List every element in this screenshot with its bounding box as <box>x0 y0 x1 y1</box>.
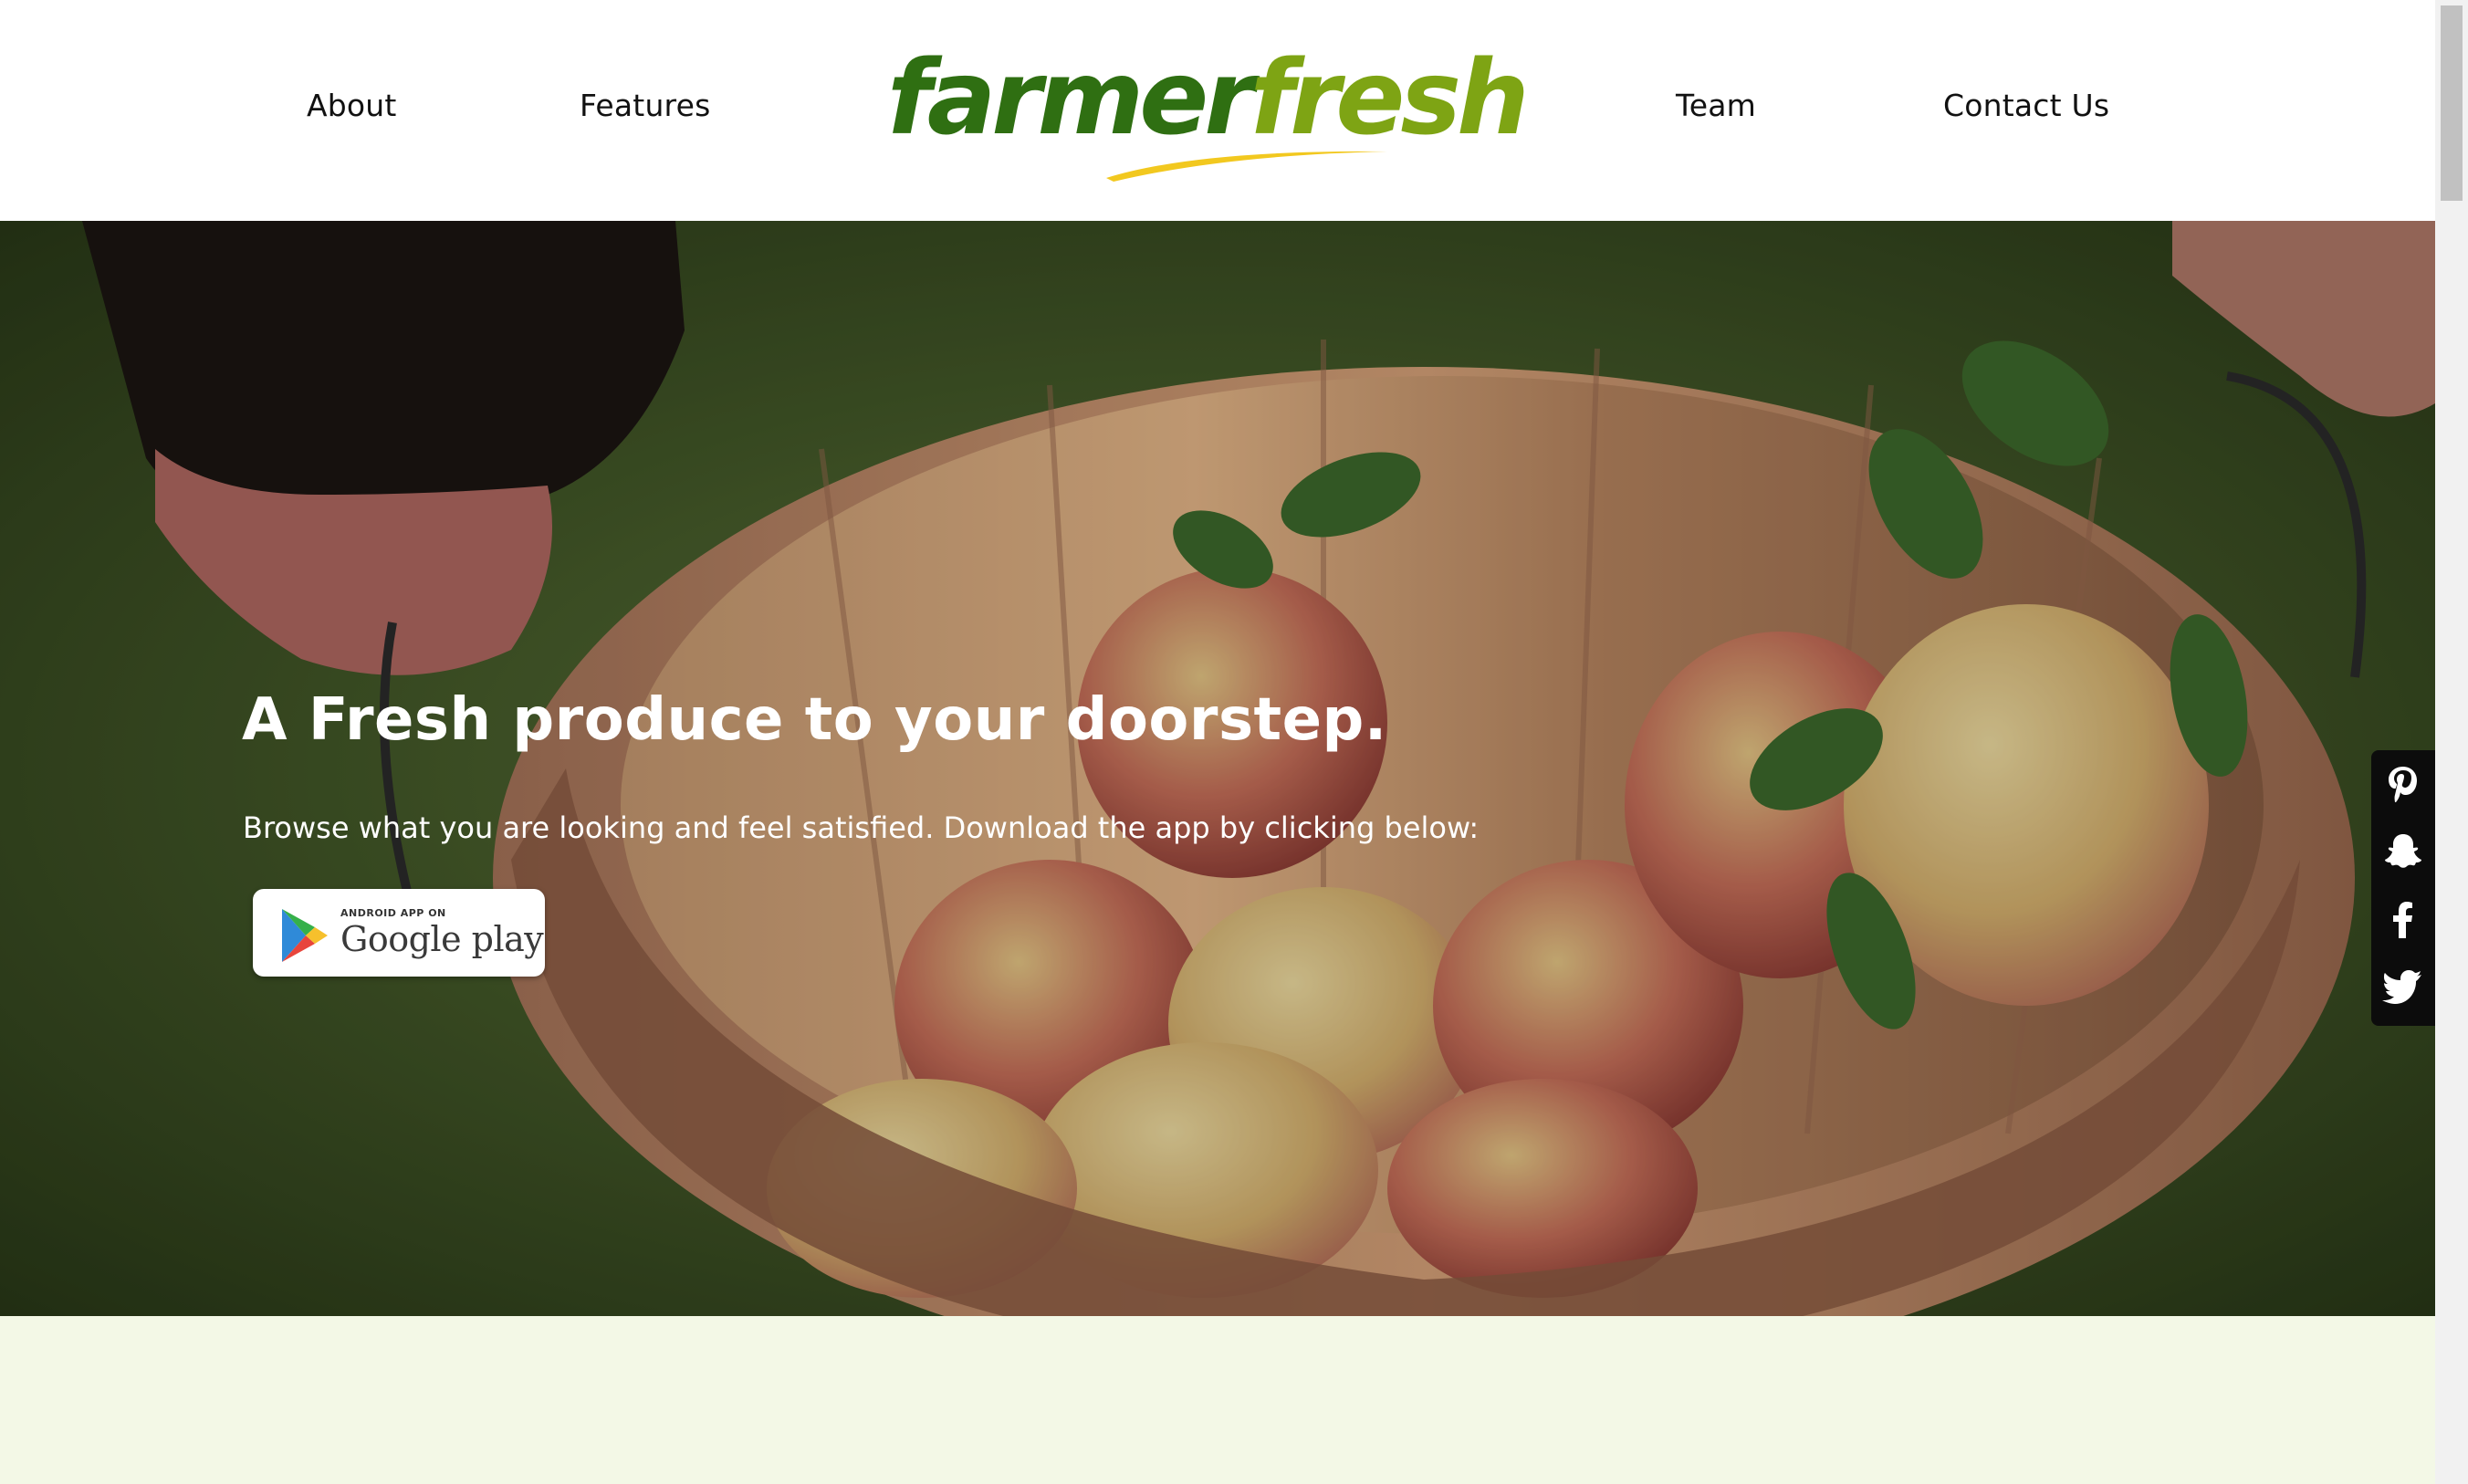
google-play-icon <box>282 909 328 962</box>
nav-about-link[interactable]: About <box>307 88 397 123</box>
hero-subtitle: Browse what you are looking and feel sat… <box>243 810 1480 845</box>
farmerfresh-logo[interactable]: farmerfresh <box>887 47 1530 184</box>
page-scrollbar[interactable] <box>2435 0 2468 1484</box>
facebook-icon[interactable] <box>2382 898 2424 940</box>
social-sidebar <box>2371 750 2435 1026</box>
nav-features-link[interactable]: Features <box>580 88 711 123</box>
twitter-icon[interactable] <box>2382 966 2424 1008</box>
site-header: About Features farmerfresh Team Contact … <box>0 0 2435 221</box>
nav-team-link[interactable]: Team <box>1676 88 1756 123</box>
nav-contact-link[interactable]: Contact Us <box>1943 88 2109 123</box>
logo-text-fresh: fresh <box>1250 39 1529 158</box>
hero-section: A Fresh produce to your doorstep. Browse… <box>0 221 2435 1316</box>
hero-title: A Fresh produce to your doorstep. <box>242 686 1387 754</box>
logo-text-farmer: farmer <box>887 39 1254 158</box>
hero-overlay <box>0 221 2435 1316</box>
next-section <box>0 1316 2435 1484</box>
pinterest-icon[interactable] <box>2382 763 2424 805</box>
snapchat-icon[interactable] <box>2382 831 2424 873</box>
badge-small-text: ANDROID APP ON <box>340 907 446 919</box>
google-play-badge-button[interactable]: ANDROID APP ON Google play <box>253 889 545 977</box>
logo-wordmark: farmerfresh <box>887 47 1530 150</box>
scrollbar-thumb[interactable] <box>2441 5 2463 201</box>
badge-big-text: Google play <box>340 919 544 959</box>
